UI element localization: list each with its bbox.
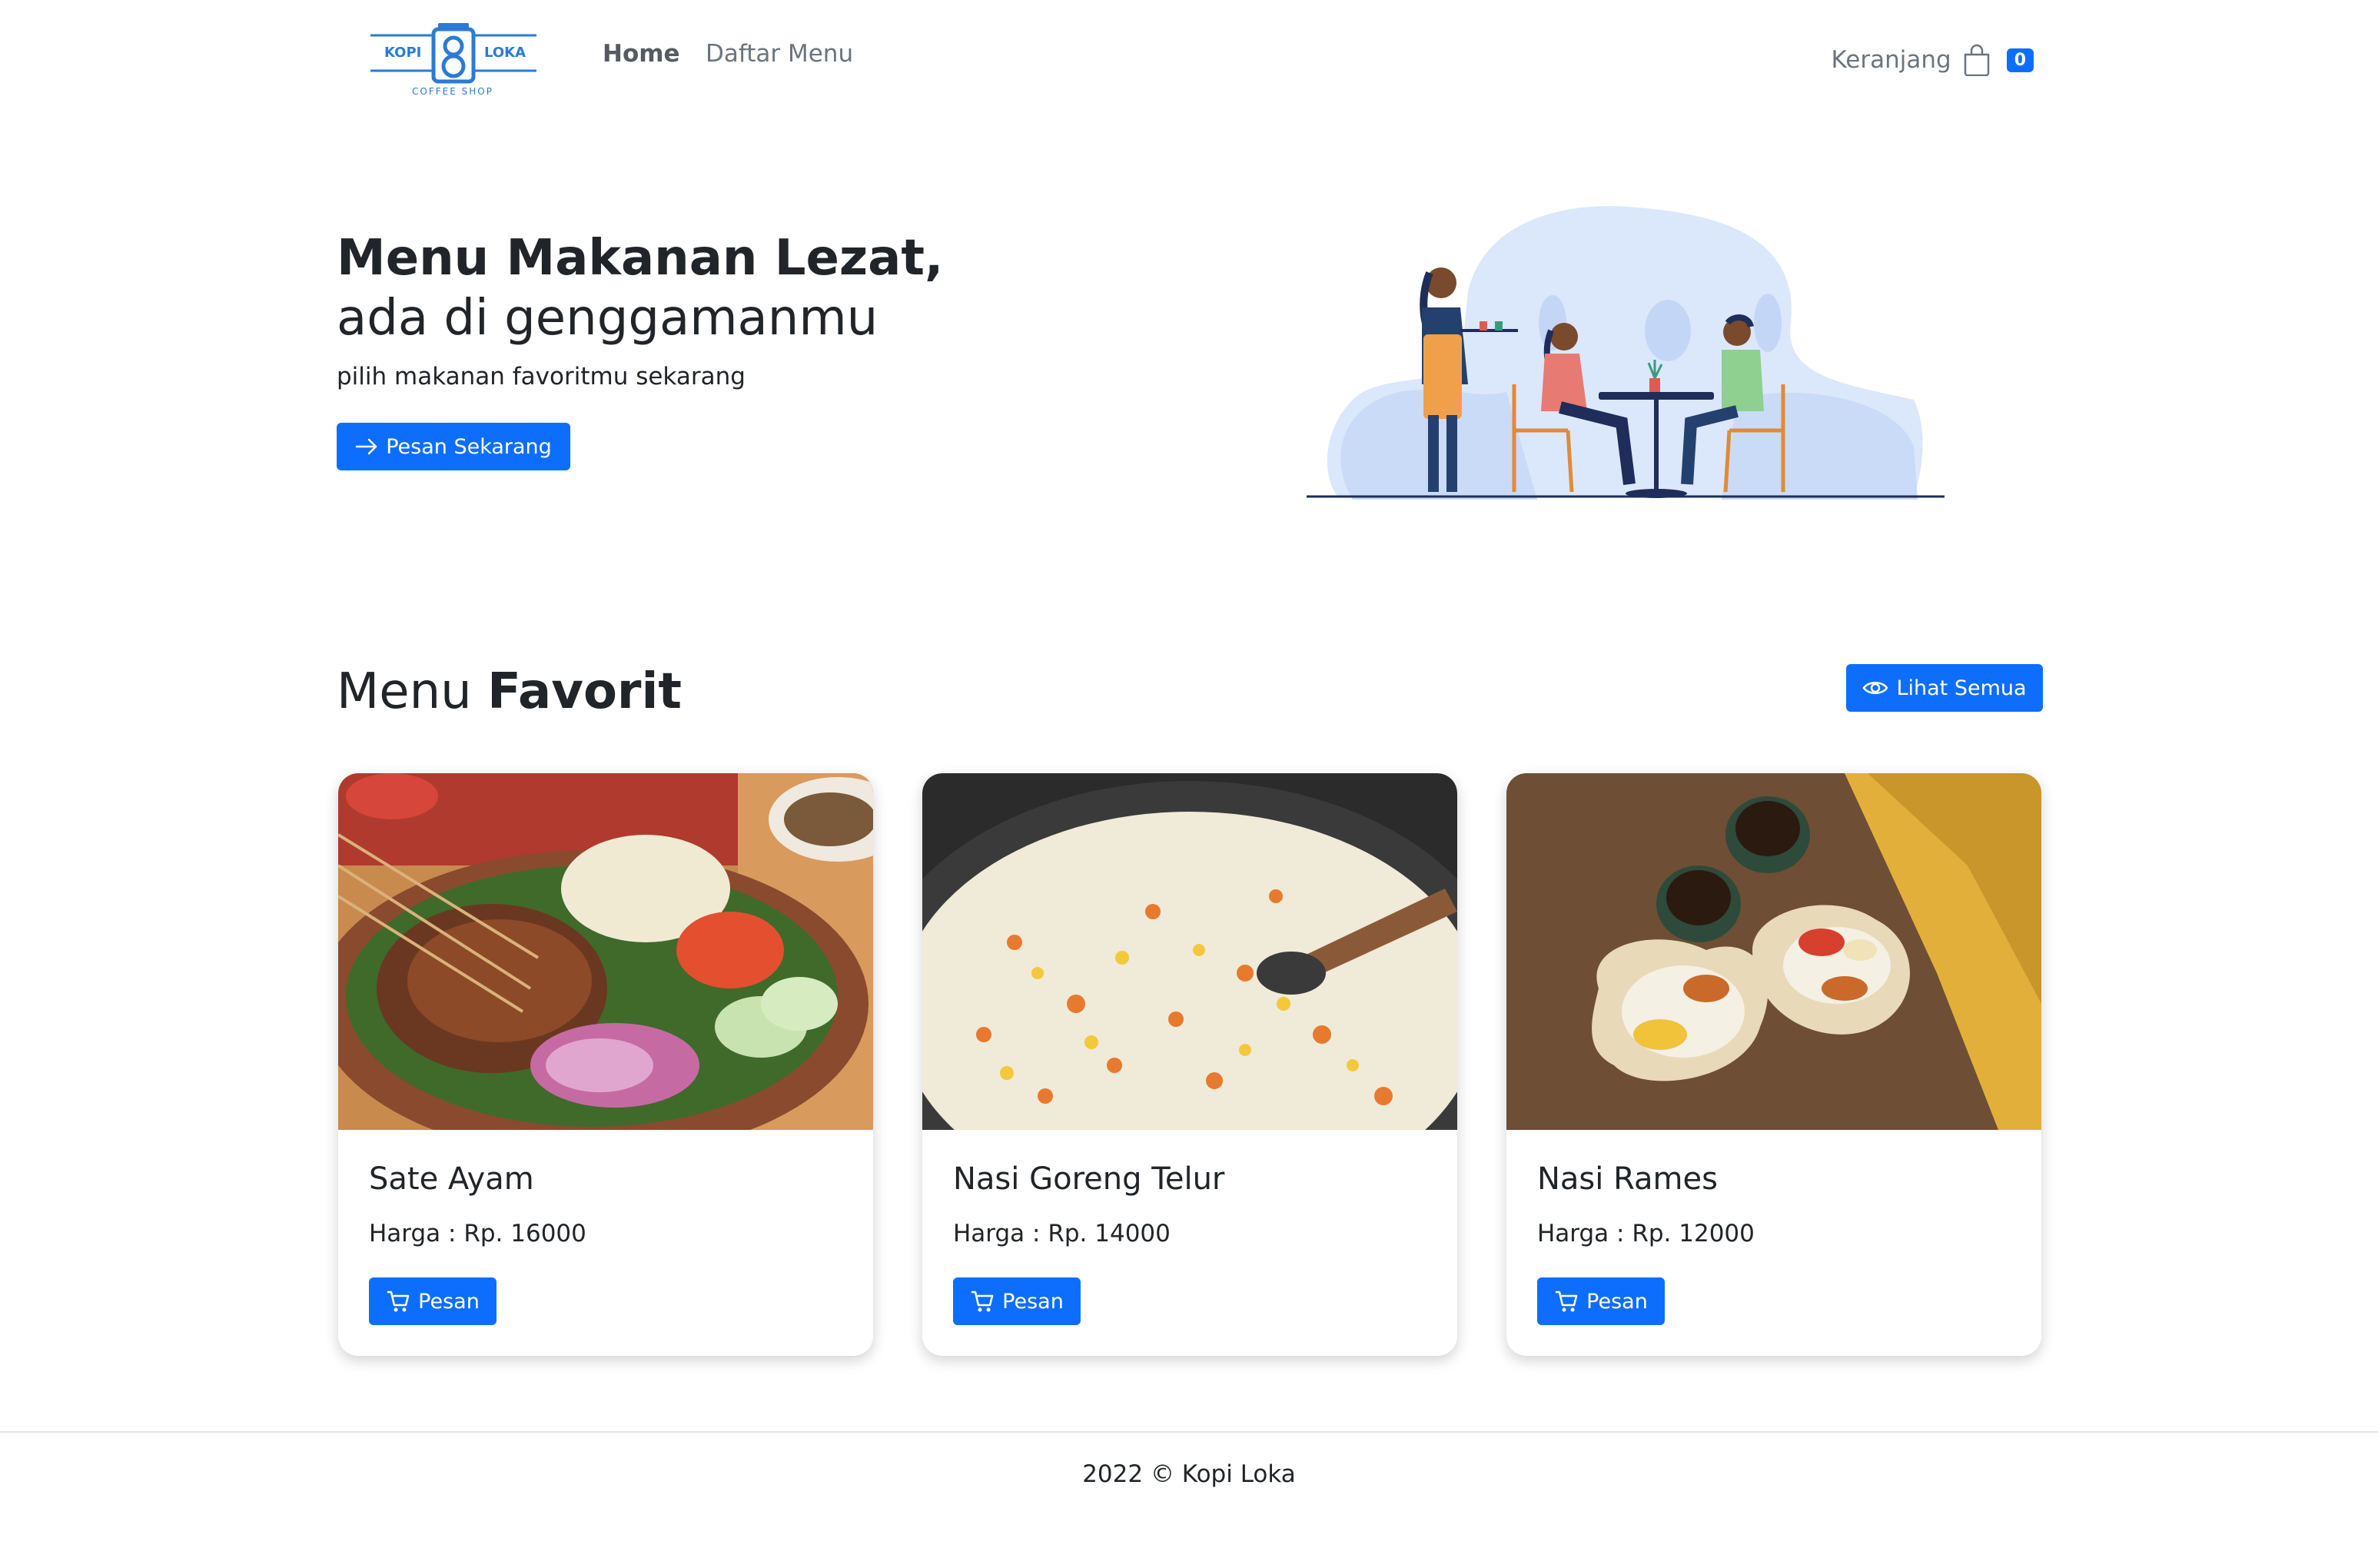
page: KOPI LOKA COFFEE SHOP Home Daftar Menu K… (0, 0, 2378, 1568)
order-now-button[interactable]: Pesan Sekarang (337, 423, 570, 470)
order-button[interactable]: Pesan (1537, 1277, 1665, 1325)
menu-card: Nasi Goreng Telur Harga : Rp. 14000 Pesa… (922, 773, 1457, 1356)
brand-logo[interactable]: KOPI LOKA COFFEE SHOP (369, 20, 538, 105)
menu-card-price: Harga : Rp. 16000 (369, 1220, 586, 1247)
nav-cart-link[interactable]: Keranjang 0 (1832, 37, 2034, 83)
sate-ayam-image (338, 773, 873, 1130)
cart-icon (387, 1291, 410, 1312)
menu-card-title: Sate Ayam (369, 1161, 534, 1197)
navbar: KOPI LOKA COFFEE SHOP Home Daftar Menu K… (0, 0, 2378, 123)
shopping-bag-icon (1964, 44, 1989, 76)
order-button-label: Pesan (1002, 1289, 1064, 1314)
eye-icon (1862, 682, 1888, 694)
favorites-title-light: Menu (337, 663, 472, 720)
order-button[interactable]: Pesan (953, 1277, 1081, 1325)
see-all-label: Lihat Semua (1896, 676, 2027, 700)
menu-card: Sate Ayam Harga : Rp. 16000 Pesan (338, 773, 873, 1356)
nasi-goreng-telur-image (922, 773, 1457, 1130)
order-button[interactable]: Pesan (369, 1277, 497, 1325)
nav-menu-link[interactable]: Daftar Menu (706, 40, 853, 68)
favorites-title: Menu Favorit (337, 659, 682, 724)
logo-text-left: KOPI (384, 45, 422, 61)
menu-card: Nasi Rames Harga : Rp. 12000 Pesan (1506, 773, 2041, 1356)
order-now-label: Pesan Sekarang (386, 434, 552, 459)
favorites-title-bold: Favorit (487, 663, 682, 720)
menu-card-price: Harga : Rp. 12000 (1537, 1220, 1755, 1247)
cart-icon (971, 1291, 994, 1312)
cart-icon (1556, 1291, 1578, 1312)
nasi-rames-image (1506, 773, 2041, 1130)
hero-title: Menu Makanan Lezat, (337, 230, 944, 287)
menu-card-title: Nasi Rames (1537, 1161, 1718, 1197)
hero-title-light: ada di genggamanmu (337, 290, 878, 347)
cafe-illustration (1307, 206, 1945, 500)
order-button-label: Pesan (418, 1289, 480, 1314)
cart-count-badge: 0 (2006, 48, 2034, 72)
menu-card-price: Harga : Rp. 14000 (953, 1220, 1171, 1247)
logo-tagline: COFFEE SHOP (412, 86, 493, 97)
cart-label: Keranjang (1831, 46, 1951, 74)
order-button-label: Pesan (1586, 1289, 1648, 1314)
footer-copyright: 2022 © Kopi Loka (1082, 1460, 1296, 1488)
footer: 2022 © Kopi Loka (0, 1431, 2378, 1568)
menu-card-title: Nasi Goreng Telur (953, 1161, 1225, 1197)
arrow-right-icon (355, 438, 377, 455)
logo-text-right: LOKA (484, 45, 526, 61)
nav-home-link[interactable]: Home (603, 40, 680, 68)
hero-subtitle: pilih makanan favoritmu sekarang (337, 363, 746, 390)
see-all-button[interactable]: Lihat Semua (1846, 664, 2043, 712)
